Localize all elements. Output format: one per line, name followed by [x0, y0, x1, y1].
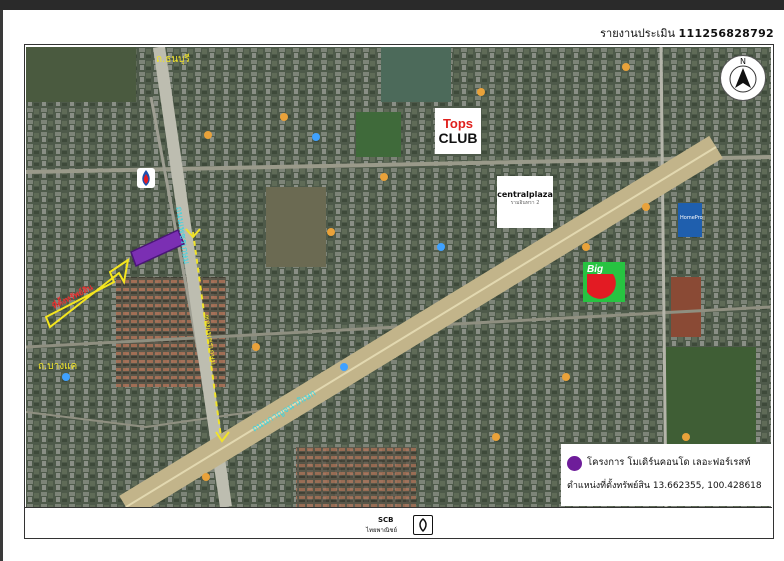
central-plaza-marker: centralplaza รามอินทรา 2 — [497, 176, 553, 228]
tops-club-marker: Tops CLUB — [435, 108, 481, 154]
central-sub-label: รามอินทรา 2 — [510, 200, 540, 206]
scb-emblem-shape — [419, 518, 427, 533]
road-label-top-left: ถ.ธนบุรี — [156, 53, 191, 65]
homepro-marker: HomePro — [678, 203, 703, 237]
footer-divider — [24, 507, 772, 508]
tops-label: Tops — [442, 116, 474, 131]
scb-brand: SCB — [378, 516, 394, 524]
top-border-bar — [0, 0, 784, 10]
housing-estate-south — [296, 447, 416, 507]
compass-arrow-icon — [729, 65, 757, 93]
road-label-left: ถ.บางแค — [38, 361, 77, 372]
central-label: centralplaza — [497, 190, 553, 199]
green-field — [356, 112, 401, 157]
left-border-bar — [0, 10, 3, 561]
homepro-label: HomePro — [680, 215, 703, 221]
scb-footer-logo: SCB ไทยพาณิชย์ — [366, 514, 436, 536]
ptt-logo-icon — [142, 170, 150, 186]
scb-emblem-icon — [413, 515, 433, 535]
north-compass: N — [720, 55, 766, 101]
big-c-label: Big — [587, 264, 604, 275]
report-number: รายงานประเมิน 111256828792 — [600, 24, 774, 42]
pond — [381, 47, 451, 102]
map-legend: โครงการ โมเดิร์นคอนโด เลอะฟอร์เรสท์ ตำแห… — [561, 444, 771, 506]
red-roof-area — [671, 277, 701, 337]
vacant-lot — [266, 187, 326, 267]
map-canvas: ถ.ธนบุรี ถ.บางแค ถนนเพชรเกษม ซอยเพชรเกษม… — [26, 47, 771, 507]
report-prefix: รายงานประเมิน — [600, 27, 676, 40]
legend-project-name: โครงการ โมเดิร์นคอนโด เลอะฟอร์เรสท์ — [587, 457, 751, 468]
report-number-value: 111256828792 — [678, 27, 774, 40]
scb-brand-sub: ไทยพาณิชย์ — [366, 527, 397, 534]
satellite-map[interactable]: ถ.ธนบุรี ถ.บางแค ถนนเพชรเกษม ซอยเพชรเกษม… — [26, 47, 771, 507]
legend-marker-icon — [567, 456, 582, 471]
gas-station-icon — [137, 168, 155, 188]
legend-coordinates: ตำแหน่งที่ตั้งทรัพย์สิน 13.662355, 100.4… — [567, 481, 762, 491]
big-c-marker: Big — [583, 262, 625, 302]
club-label: CLUB — [438, 130, 478, 146]
trees-north-west — [26, 47, 136, 102]
